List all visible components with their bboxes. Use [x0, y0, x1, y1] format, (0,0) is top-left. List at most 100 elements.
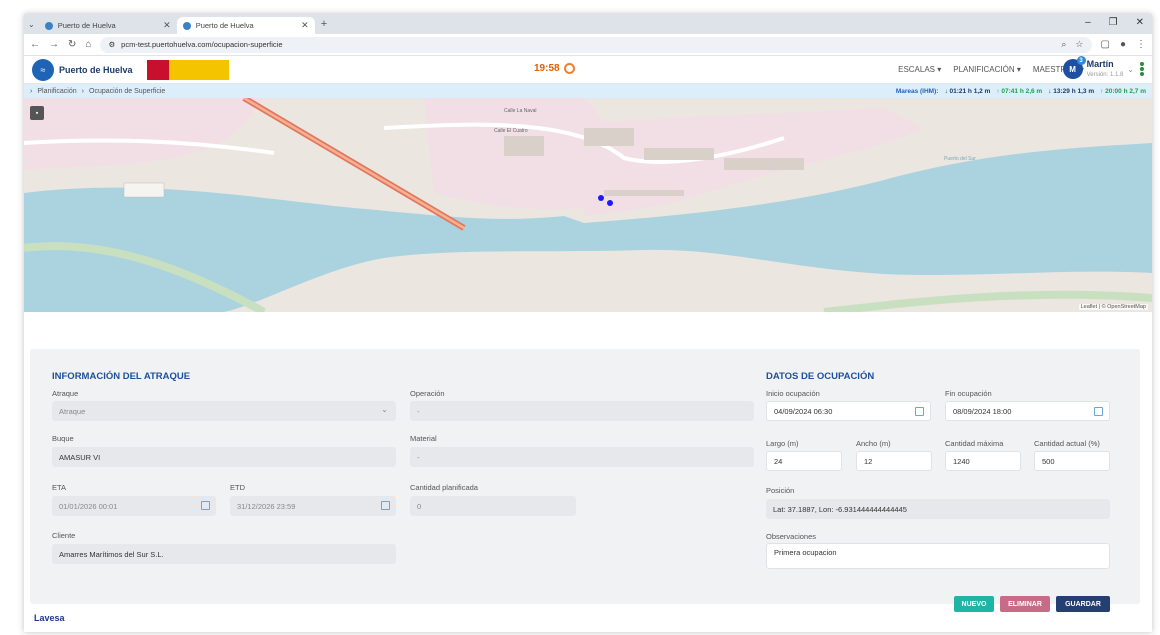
etd-value: 31/12/2026 23:59 — [237, 501, 296, 511]
atraque-select-value: Atraque — [59, 406, 86, 416]
breadcrumb: › Planificación › Ocupación de Superfici… — [24, 84, 1152, 98]
back-icon[interactable]: ← — [30, 39, 40, 50]
breadcrumb-separator-icon: › — [81, 87, 84, 95]
calendar-icon[interactable] — [1094, 407, 1103, 416]
tab-search-chevron-icon[interactable]: ⌄ — [28, 20, 35, 29]
avatar-initial: M — [1069, 64, 1076, 74]
browser-tab[interactable]: Puerto de Huelva ✕ — [39, 17, 177, 34]
largo-label: Largo (m) — [766, 439, 799, 448]
map-label: Puerto del Sur — [944, 156, 976, 162]
occupancy-marker[interactable] — [607, 200, 613, 206]
browser-menu-icon[interactable]: ⋮ — [1136, 39, 1146, 50]
posicion-label: Posición — [766, 486, 795, 495]
material-label: Material — [410, 434, 437, 443]
ocupacion-section-title: DATOS DE OCUPACIÓN — [766, 371, 875, 382]
restore-icon[interactable]: ❐ — [1109, 17, 1118, 28]
eta-field[interactable]: 01/01/2026 00:01 — [52, 496, 216, 516]
map-label: Calle El Cuatro — [494, 128, 528, 134]
cantidad-maxima-label: Cantidad máxima — [945, 439, 1004, 448]
browser-tab-active[interactable]: Puerto de Huelva ✕ — [176, 17, 315, 34]
forward-icon[interactable]: → — [49, 39, 59, 50]
main-menu: ESCALAS ▾ PLANIFICACIÓN ▾ MAESTROS ▾ — [898, 65, 1084, 74]
calendar-icon[interactable] — [381, 501, 390, 510]
occupancy-marker[interactable] — [598, 195, 604, 201]
extensions-icon[interactable]: ▢ — [1101, 39, 1110, 50]
menu-escalas[interactable]: ESCALAS ▾ — [898, 65, 941, 74]
cantidad-maxima-field[interactable]: 1240 — [945, 451, 1021, 471]
material-field[interactable]: - — [410, 447, 754, 467]
cliente-field[interactable]: Amarres Marítimos del Sur S.L. — [52, 544, 396, 564]
nuevo-button[interactable]: NUEVO — [954, 596, 994, 612]
cantidad-actual-field[interactable]: 500 — [1034, 451, 1110, 471]
tide-low-1: ↓ 01:21 h 1,2 m — [944, 87, 991, 95]
menu-planificacion[interactable]: PLANIFICACIÓN ▾ — [953, 65, 1021, 74]
clock-text: 19:58 — [534, 63, 560, 74]
posicion-field[interactable]: Lat: 37.1887, Lon: -6.931444444444445 — [766, 499, 1110, 519]
breadcrumb-planificacion[interactable]: Planificación — [37, 88, 76, 95]
breadcrumb-current: Ocupación de Superficie — [89, 87, 166, 95]
status-dots-icon[interactable] — [1140, 62, 1144, 76]
home-icon[interactable]: ⌂ — [85, 39, 91, 50]
observaciones-label: Observaciones — [766, 532, 817, 541]
etd-label: ETD — [230, 483, 245, 492]
address-row: ← → ↻ ⌂ ⚙ pcm-test.puertohuelva.com/ocup… — [24, 34, 1152, 56]
atraque-section-title: INFORMACIÓN DEL ATRAQUE — [52, 371, 191, 382]
app-header: ≈ Puerto de Huelva 19:58 ESCALAS ▾ PLANI… — [24, 56, 1152, 84]
close-window-icon[interactable]: ✕ — [1136, 17, 1144, 28]
new-tab-button[interactable]: + — [321, 18, 327, 30]
avatar[interactable]: M 3 — [1062, 56, 1086, 79]
map-view[interactable]: Calle La Naval Calle El Cuatro Puerto de… — [24, 98, 1152, 312]
inicio-value: 04/09/2024 06:30 — [774, 406, 833, 416]
site-info-icon[interactable]: ⚙ — [108, 40, 115, 49]
buque-field[interactable]: AMASUR VI — [52, 447, 396, 467]
address-bar[interactable]: ⚙ pcm-test.puertohuelva.com/ocupacion-su… — [100, 36, 1092, 53]
tab-title: Puerto de Huelva — [195, 21, 254, 30]
map-label: Calle La Naval — [504, 108, 537, 114]
reload-icon[interactable]: ↻ — [68, 39, 76, 50]
fin-ocupacion-field[interactable]: 08/09/2024 18:00 — [945, 401, 1110, 421]
close-tab-icon[interactable]: ✕ — [163, 20, 171, 31]
tab-title: Puerto de Huelva — [57, 21, 116, 30]
calendar-icon[interactable] — [201, 501, 210, 510]
inicio-label: Inicio ocupación — [766, 389, 820, 398]
inicio-ocupacion-field[interactable]: 04/09/2024 06:30 — [766, 401, 931, 421]
user-name: Martín — [1086, 59, 1114, 69]
calendar-icon[interactable] — [915, 407, 924, 416]
port-logo-icon[interactable]: ≈ — [32, 58, 54, 81]
notification-badge: 3 — [1076, 56, 1086, 65]
brand-name: Puerto de Huelva — [59, 64, 133, 75]
cantidad-actual-label: Cantidad actual (%) — [1034, 439, 1100, 448]
etd-field[interactable]: 31/12/2026 23:59 — [230, 496, 396, 516]
user-menu[interactable]: M 3 Martín Versión: 1.1.8 ⌄ — [1062, 56, 1144, 79]
fin-value: 08/09/2024 18:00 — [953, 406, 1012, 416]
tab-strip: ⌄ Puerto de Huelva ✕ Puerto de Huelva ✕ … — [24, 14, 1152, 34]
close-tab-icon[interactable]: ✕ — [301, 20, 309, 31]
user-chevron-icon[interactable]: ⌄ — [1127, 65, 1134, 74]
zoom-icon[interactable]: ⌕ — [1061, 39, 1066, 50]
eta-value: 01/01/2026 00:01 — [59, 501, 118, 511]
app-version: Versión: 1.1.8 — [1086, 72, 1124, 78]
largo-field[interactable]: 24 — [766, 451, 842, 471]
observaciones-textarea[interactable]: Primera ocupacion — [766, 543, 1110, 569]
breadcrumb-separator-icon: › — [30, 87, 33, 95]
favicon-icon — [182, 21, 191, 30]
browser-window: ⌄ Puerto de Huelva ✕ Puerto de Huelva ✕ … — [24, 14, 1152, 632]
atraque-select[interactable]: Atraque ⌄ — [52, 401, 396, 421]
buque-label: Buque — [52, 434, 74, 443]
ancho-field[interactable]: 12 — [856, 451, 932, 471]
map-layer-button[interactable]: ▪ — [30, 106, 44, 120]
minimize-icon[interactable]: – — [1085, 17, 1091, 28]
map-attribution[interactable]: Leaflet | © OpenStreetMap — [1078, 304, 1148, 310]
guardar-button[interactable]: GUARDAR — [1056, 596, 1110, 612]
eta-label: ETA — [52, 483, 67, 492]
operacion-field[interactable]: - — [410, 401, 754, 421]
session-clock: 19:58 — [534, 63, 575, 74]
tide-low-2: ↓ 13:29 h 1,3 m — [1048, 87, 1095, 95]
occupancy-form: INFORMACIÓN DEL ATRAQUE Atraque Atraque … — [30, 349, 1140, 604]
eliminar-button[interactable]: ELIMINAR — [1000, 596, 1050, 612]
cantidad-planificada-field[interactable]: 0 — [410, 496, 576, 516]
bookmark-star-icon[interactable]: ☆ — [1075, 39, 1083, 50]
profile-icon[interactable]: ● — [1120, 39, 1126, 50]
favicon-icon — [44, 21, 53, 30]
tide-high-2: ↑ 20:00 h 2,7 m — [1100, 87, 1146, 95]
